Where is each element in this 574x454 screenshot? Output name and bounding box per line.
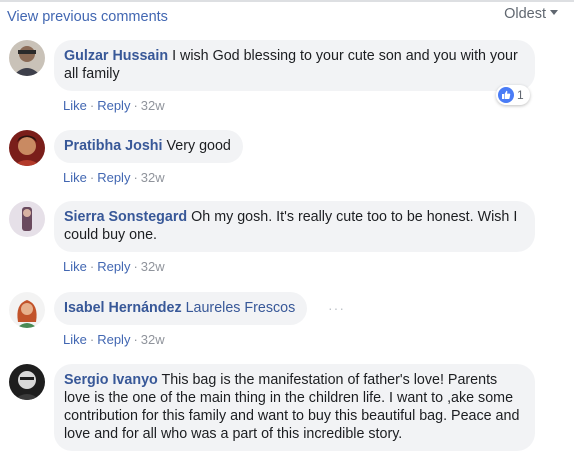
comment-author[interactable]: Gulzar Hussain — [64, 48, 168, 64]
avatar[interactable] — [9, 130, 45, 166]
reaction-count: 1 — [517, 88, 524, 102]
comment-bubble: Isabel Hernández Laureles Frescos — [54, 292, 308, 325]
avatar[interactable] — [9, 201, 45, 237]
separator: · — [89, 170, 95, 185]
comment-actions: Like · Reply · 32w — [63, 98, 165, 113]
avatar[interactable] — [9, 364, 45, 400]
comment-actions: Like · Reply · 32w — [63, 170, 165, 185]
separator: · — [133, 98, 138, 113]
separator: · — [133, 259, 138, 274]
like-link[interactable]: Like — [63, 259, 87, 274]
comment-bubble: Sergio Ivanyo This bag is the manifestat… — [54, 364, 535, 451]
separator: · — [89, 259, 95, 274]
comment-author[interactable]: Sergio Ivanyo — [64, 372, 158, 388]
reply-link[interactable]: Reply — [97, 259, 130, 274]
more-options-icon[interactable]: ··· — [328, 300, 345, 316]
avatar[interactable] — [9, 292, 45, 328]
separator: · — [89, 98, 95, 113]
separator: · — [89, 332, 95, 347]
reply-link[interactable]: Reply — [97, 332, 130, 347]
separator: · — [133, 332, 138, 347]
comment-actions: Like · Reply · 32w — [63, 259, 165, 274]
comment-timestamp[interactable]: 32w — [141, 98, 165, 113]
sort-label: Oldest — [504, 6, 546, 22]
reaction-summary[interactable]: 1 — [496, 85, 530, 105]
comment-author[interactable]: Sierra Sonstegard — [64, 209, 187, 225]
comment-timestamp[interactable]: 32w — [141, 170, 165, 185]
comment-author[interactable]: Pratibha Joshi — [64, 138, 163, 154]
comment-bubble: Sierra Sonstegard Oh my gosh. It's reall… — [54, 201, 535, 252]
reply-link[interactable]: Reply — [97, 170, 130, 185]
like-link[interactable]: Like — [63, 332, 87, 347]
comment-text: Very good — [166, 138, 231, 154]
comment-timestamp[interactable]: 32w — [141, 259, 165, 274]
like-link[interactable]: Like — [63, 170, 87, 185]
like-thumb-icon — [498, 87, 514, 103]
reply-link[interactable]: Reply — [97, 98, 130, 113]
sort-dropdown[interactable]: Oldest — [504, 6, 558, 22]
separator: · — [133, 170, 138, 185]
tagged-person-link[interactable]: Laureles Frescos — [186, 300, 296, 316]
comment-author[interactable]: Isabel Hernández — [64, 300, 182, 316]
avatar[interactable] — [9, 40, 45, 76]
comment-actions: Like · Reply · 32w — [63, 332, 165, 347]
top-divider — [0, 0, 574, 2]
like-link[interactable]: Like — [63, 98, 87, 113]
comment-bubble: Pratibha Joshi Very good — [54, 130, 243, 163]
view-previous-comments-link[interactable]: View previous comments — [7, 9, 168, 25]
caret-down-icon — [550, 10, 558, 15]
comment-timestamp[interactable]: 32w — [141, 332, 165, 347]
comment-bubble: Gulzar Hussain I wish God blessing to yo… — [54, 40, 535, 91]
